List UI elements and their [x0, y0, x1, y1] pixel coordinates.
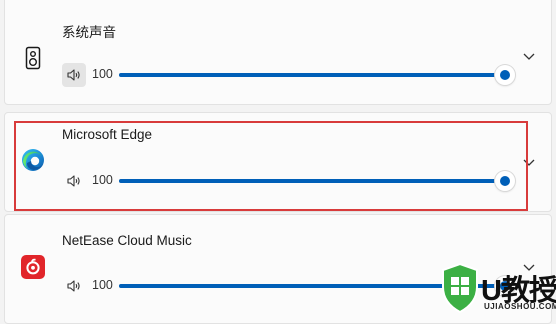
watermark: U教授 UJIAOSHOU.COM: [440, 262, 556, 319]
volume-slider[interactable]: [119, 169, 515, 193]
volume-value: 100: [92, 67, 113, 81]
netease-cloud-music-icon: [21, 255, 45, 279]
speaker-device-icon: [21, 46, 45, 70]
shield-logo-icon: [440, 262, 480, 314]
slider-thumb[interactable]: [495, 65, 515, 85]
mute-speaker-icon[interactable]: [62, 274, 86, 298]
edge-browser-icon: [21, 148, 45, 172]
mute-speaker-icon[interactable]: [62, 169, 86, 193]
volume-value: 100: [92, 278, 113, 292]
app-name: 系统声音: [62, 25, 116, 40]
volume-slider[interactable]: [119, 63, 515, 87]
volume-value: 100: [92, 173, 113, 187]
app-name: NetEase Cloud Music: [62, 233, 192, 248]
volume-row: 100: [62, 169, 515, 193]
volume-row: 100: [62, 63, 515, 87]
chevron-down-icon[interactable]: [521, 48, 537, 64]
slider-thumb[interactable]: [495, 171, 515, 191]
watermark-url: UJIAOSHOU.COM: [484, 302, 556, 311]
app-volume-card-microsoft-edge: Microsoft Edge 100: [4, 112, 552, 212]
slider-fill: [119, 73, 505, 77]
chevron-down-icon[interactable]: [521, 154, 537, 170]
app-volume-card-system-sounds: 系统声音 100: [4, 0, 552, 105]
mute-speaker-icon[interactable]: [62, 63, 86, 87]
app-name: Microsoft Edge: [62, 127, 153, 142]
slider-fill: [119, 179, 505, 183]
